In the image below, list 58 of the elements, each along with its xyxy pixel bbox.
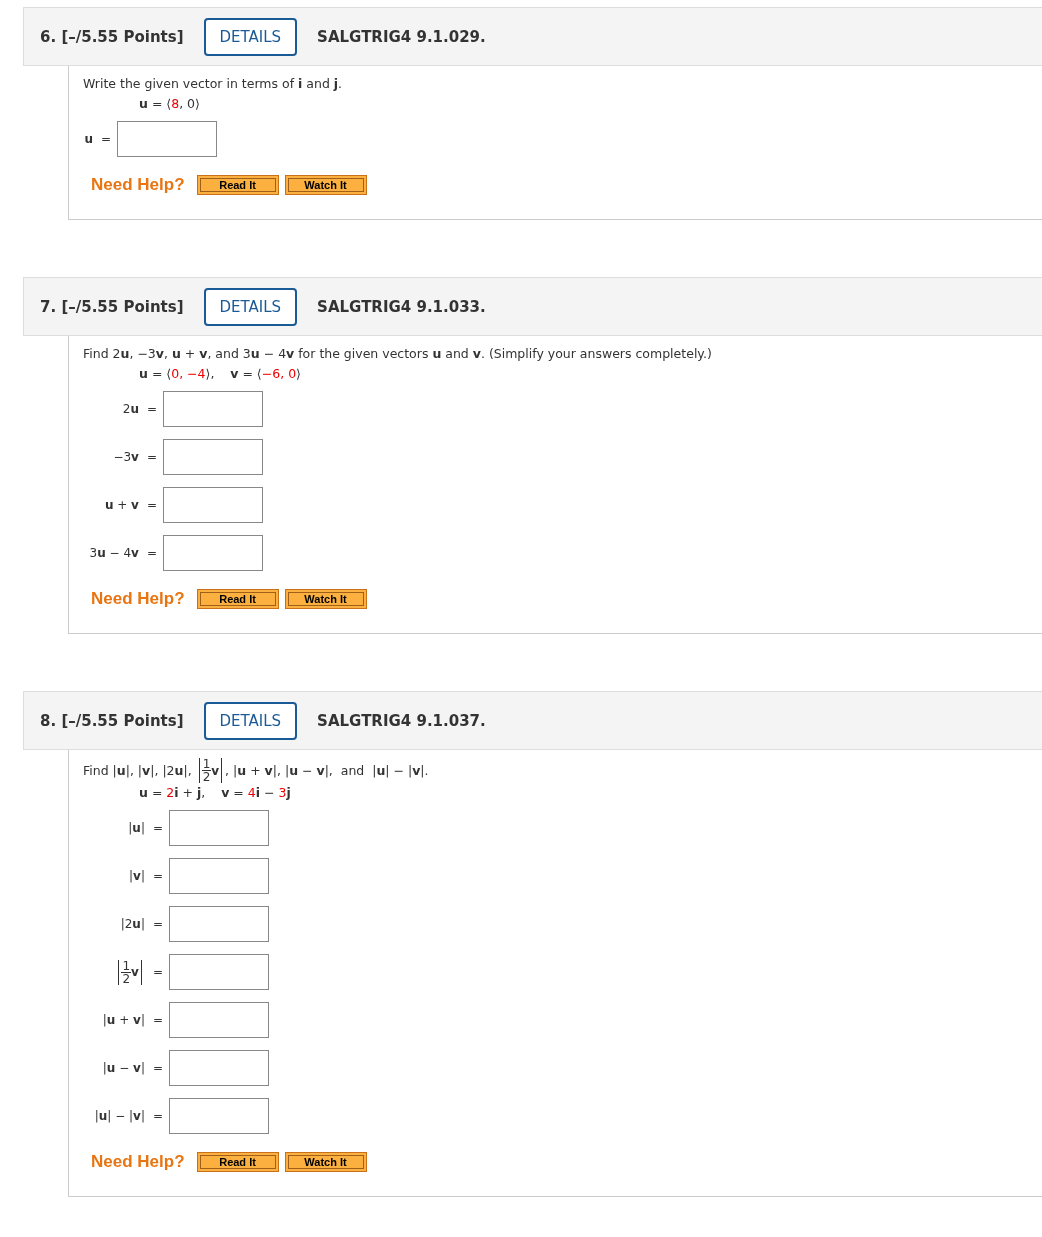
answer-label: |u − v| xyxy=(102,1061,145,1075)
answer-field[interactable] xyxy=(169,1098,269,1134)
answer-label: 3u − 4v xyxy=(89,546,139,560)
help-button[interactable]: Watch It xyxy=(284,1152,367,1172)
help-button[interactable]: Watch It xyxy=(284,589,367,609)
answer-field[interactable] xyxy=(163,391,263,427)
equals-sign: = xyxy=(152,1013,163,1027)
answer-field[interactable] xyxy=(169,954,269,990)
answer-field[interactable] xyxy=(163,439,263,475)
details-button[interactable]: DETAILS xyxy=(203,287,298,326)
answer-label: −3v xyxy=(113,450,139,464)
equals-sign: = xyxy=(152,1109,163,1123)
equals-sign: = xyxy=(146,546,157,560)
question-points: 8. [–/5.55 Points] xyxy=(40,711,184,730)
answer-label: |2u| xyxy=(120,917,145,931)
answer-field[interactable] xyxy=(169,810,269,846)
problem-code: SALGTRIG4 9.1.033. xyxy=(317,297,486,316)
given-vectors: u = ⟨8, 0⟩ xyxy=(139,96,201,111)
equals-sign: = xyxy=(146,402,157,416)
answer-field[interactable] xyxy=(163,487,263,523)
given-vectors: u = ⟨0, −4⟩, v = ⟨−6, 0⟩ xyxy=(139,366,302,381)
equals-sign: = xyxy=(152,1061,163,1075)
question-text: Write the given vector in terms of i and j. xyxy=(83,75,344,93)
answer-field[interactable] xyxy=(169,906,269,942)
answer-field[interactable] xyxy=(169,1002,269,1038)
question-points: 7. [–/5.55 Points] xyxy=(40,297,184,316)
help-button[interactable]: Read It xyxy=(196,1152,279,1172)
answer-label: |u + v| xyxy=(102,1013,145,1027)
answer-label: u + v xyxy=(104,498,139,512)
problem-code: SALGTRIG4 9.1.037. xyxy=(317,711,486,730)
answer-label: u xyxy=(84,132,93,146)
equals-sign: = xyxy=(152,821,163,835)
answer-label: 2u xyxy=(122,402,139,416)
problem-code: SALGTRIG4 9.1.029. xyxy=(317,27,486,46)
details-button[interactable]: DETAILS xyxy=(203,701,298,740)
answer-label: |u| − |v| xyxy=(94,1109,145,1123)
help-button[interactable]: Watch It xyxy=(284,175,367,195)
question-points: 6. [–/5.55 Points] xyxy=(40,27,184,46)
equals-sign: = xyxy=(152,869,163,883)
answer-label: |u| xyxy=(128,821,145,835)
question-text: Find 2u, −3v, u + v, and 3u − 4v for the given vectors u and v. (Simplify your answers completely.) xyxy=(83,345,713,363)
answer-field[interactable] xyxy=(169,858,269,894)
answer-field[interactable] xyxy=(169,1050,269,1086)
answer-label: |v| xyxy=(129,869,145,883)
help-button[interactable]: Read It xyxy=(196,589,279,609)
answer-field[interactable] xyxy=(163,535,263,571)
need-help-label: Need Help? xyxy=(91,1152,185,1172)
need-help-label: Need Help? xyxy=(91,175,185,195)
equals-sign: = xyxy=(152,917,163,931)
help-button[interactable]: Read It xyxy=(196,175,279,195)
given-vectors: u = 2i + j, v = 4i − 3j xyxy=(139,785,292,800)
equals-sign: = xyxy=(146,498,157,512)
equals-sign: = xyxy=(100,132,111,146)
equals-sign: = xyxy=(152,965,163,979)
answer-field[interactable] xyxy=(117,121,217,157)
equals-sign: = xyxy=(146,450,157,464)
details-button[interactable]: DETAILS xyxy=(203,17,298,56)
need-help-label: Need Help? xyxy=(91,589,185,609)
